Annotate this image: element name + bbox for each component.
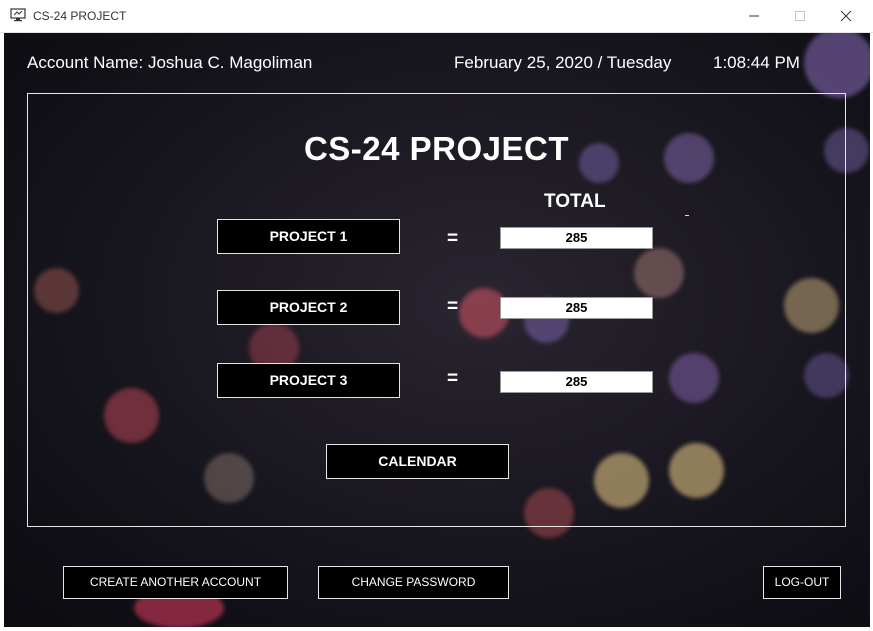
equals-sign: = <box>447 296 459 317</box>
page-title: CS-24 PROJECT <box>303 130 570 167</box>
project-2-button[interactable]: PROJECT 2 <box>217 290 400 325</box>
minimize-icon <box>749 15 759 17</box>
change-password-button[interactable]: CHANGE PASSWORD <box>318 566 509 599</box>
project-1-total-field[interactable]: 285 <box>500 227 653 249</box>
main-window-client: Account Name: Joshua C. Magoliman Februa… <box>4 33 870 627</box>
account-name: Account Name: Joshua C. Magoliman <box>27 53 313 72</box>
project-3-button[interactable]: PROJECT 3 <box>217 363 400 398</box>
window-title: CS-24 PROJECT <box>33 9 127 23</box>
divider <box>685 215 689 216</box>
minimize-button[interactable] <box>731 0 777 32</box>
total-column-label: TOTAL <box>544 191 606 212</box>
close-button[interactable] <box>823 0 869 32</box>
maximize-button[interactable] <box>777 0 823 32</box>
calendar-button[interactable]: CALENDAR <box>326 444 509 479</box>
project-1-button[interactable]: PROJECT 1 <box>217 219 400 254</box>
app-monitor-icon <box>10 8 26 22</box>
current-date: February 25, 2020 / Tuesday <box>454 53 672 72</box>
maximize-icon <box>795 11 805 21</box>
create-account-button[interactable]: CREATE ANOTHER ACCOUNT <box>63 566 288 599</box>
equals-sign: = <box>447 368 459 389</box>
current-time: 1:08:44 PM <box>713 53 800 72</box>
window-titlebar: CS-24 PROJECT <box>0 0 873 33</box>
logout-button[interactable]: LOG-OUT <box>763 566 841 599</box>
project-panel: CS-24 PROJECT TOTAL PROJECT 1 = 285 PROJ… <box>27 93 846 527</box>
equals-sign: = <box>447 228 459 249</box>
project-2-total-field[interactable]: 285 <box>500 297 653 319</box>
close-icon <box>840 10 852 22</box>
project-3-total-field[interactable]: 285 <box>500 371 653 393</box>
